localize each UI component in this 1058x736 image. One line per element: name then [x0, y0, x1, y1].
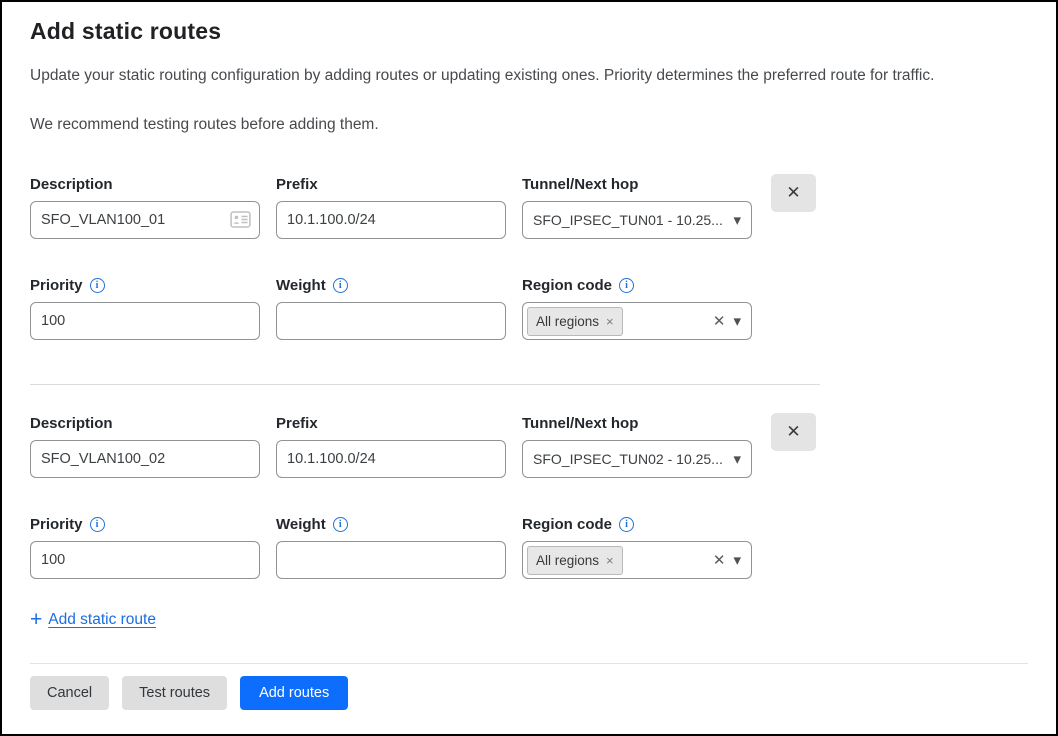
add-static-routes-dialog: Add static routes Update your static rou… [2, 2, 1056, 734]
region-multiselect-2[interactable]: All regions × ✕ ▾ [522, 541, 752, 579]
region-chip: All regions × [527, 307, 623, 336]
region-chip-label: All regions [536, 553, 599, 568]
priority-input-2[interactable] [30, 541, 260, 579]
priority-label: Priority [30, 277, 83, 294]
priority-field-1: Priority i [30, 275, 260, 340]
plus-icon: + [30, 609, 42, 630]
weight-field-1: Weight i [276, 275, 506, 340]
weight-input-2[interactable] [276, 541, 506, 579]
delete-route-button-1[interactable]: ✕ [771, 174, 816, 212]
dialog-footer: Cancel Test routes Add routes [30, 663, 1028, 710]
prefix-input-2[interactable] [276, 440, 506, 478]
cancel-button[interactable]: Cancel [30, 676, 109, 710]
close-icon: ✕ [786, 422, 800, 442]
delete-route-button-2[interactable]: ✕ [771, 413, 816, 451]
route-entry-2: Description Prefix Tunnel/Next hop SFO_I… [30, 413, 1028, 579]
tunnel-selected-value: SFO_IPSEC_TUN01 - 10.25... [533, 212, 725, 228]
info-icon[interactable]: i [333, 278, 348, 293]
description-label: Description [30, 174, 260, 194]
description-input-1[interactable] [30, 201, 260, 239]
close-icon: ✕ [786, 183, 800, 203]
description-field-2: Description [30, 413, 260, 478]
info-icon[interactable]: i [90, 517, 105, 532]
weight-field-2: Weight i [276, 514, 506, 579]
region-field-2: Region code i All regions × ✕ ▾ [522, 514, 752, 579]
tunnel-select-2[interactable]: SFO_IPSEC_TUN02 - 10.25... ▾ [522, 440, 752, 478]
description-label: Description [30, 413, 260, 433]
info-icon[interactable]: i [333, 517, 348, 532]
test-routes-button[interactable]: Test routes [122, 676, 227, 710]
add-static-route-label: Add static route [48, 611, 156, 629]
tunnel-label: Tunnel/Next hop [522, 174, 752, 194]
priority-label: Priority [30, 516, 83, 533]
footer-divider [30, 663, 1028, 664]
region-code-label: Region code [522, 516, 612, 533]
tunnel-label: Tunnel/Next hop [522, 413, 752, 433]
region-multiselect-1[interactable]: All regions × ✕ ▾ [522, 302, 752, 340]
add-static-route-link[interactable]: + Add static route [30, 609, 156, 630]
chevron-down-icon: ▾ [733, 452, 741, 467]
prefix-input-1[interactable] [276, 201, 506, 239]
description-field-1: Description [30, 174, 260, 239]
chip-remove-icon[interactable]: × [606, 314, 614, 329]
tunnel-selected-value: SFO_IPSEC_TUN02 - 10.25... [533, 451, 725, 467]
chevron-down-icon: ▾ [733, 213, 741, 228]
info-icon[interactable]: i [619, 278, 634, 293]
clear-selection-icon[interactable]: ✕ [713, 551, 726, 569]
chevron-down-icon: ▾ [733, 553, 741, 568]
priority-field-2: Priority i [30, 514, 260, 579]
weight-label: Weight [276, 277, 326, 294]
tunnel-field-2: Tunnel/Next hop SFO_IPSEC_TUN02 - 10.25.… [522, 413, 752, 478]
prefix-label: Prefix [276, 174, 506, 194]
description-input-2[interactable] [30, 440, 260, 478]
page-title: Add static routes [30, 18, 1028, 45]
chip-remove-icon[interactable]: × [606, 553, 614, 568]
add-routes-button[interactable]: Add routes [240, 676, 348, 710]
region-field-1: Region code i All regions × ✕ ▾ [522, 275, 752, 340]
region-code-label: Region code [522, 277, 612, 294]
info-icon[interactable]: i [90, 278, 105, 293]
tunnel-select-1[interactable]: SFO_IPSEC_TUN01 - 10.25... ▾ [522, 201, 752, 239]
priority-input-1[interactable] [30, 302, 260, 340]
region-chip: All regions × [527, 546, 623, 575]
info-icon[interactable]: i [619, 517, 634, 532]
note-text: We recommend testing routes before addin… [30, 115, 1028, 134]
intro-text: Update your static routing configuration… [30, 66, 1028, 85]
prefix-field-1: Prefix [276, 174, 506, 239]
chevron-down-icon: ▾ [733, 314, 741, 329]
prefix-field-2: Prefix [276, 413, 506, 478]
weight-input-1[interactable] [276, 302, 506, 340]
region-chip-label: All regions [536, 314, 599, 329]
prefix-label: Prefix [276, 413, 506, 433]
route-entry-1: Description Prefix [30, 174, 1028, 340]
clear-selection-icon[interactable]: ✕ [713, 312, 726, 330]
weight-label: Weight [276, 516, 326, 533]
route-divider [30, 384, 820, 385]
tunnel-field-1: Tunnel/Next hop SFO_IPSEC_TUN01 - 10.25.… [522, 174, 752, 239]
